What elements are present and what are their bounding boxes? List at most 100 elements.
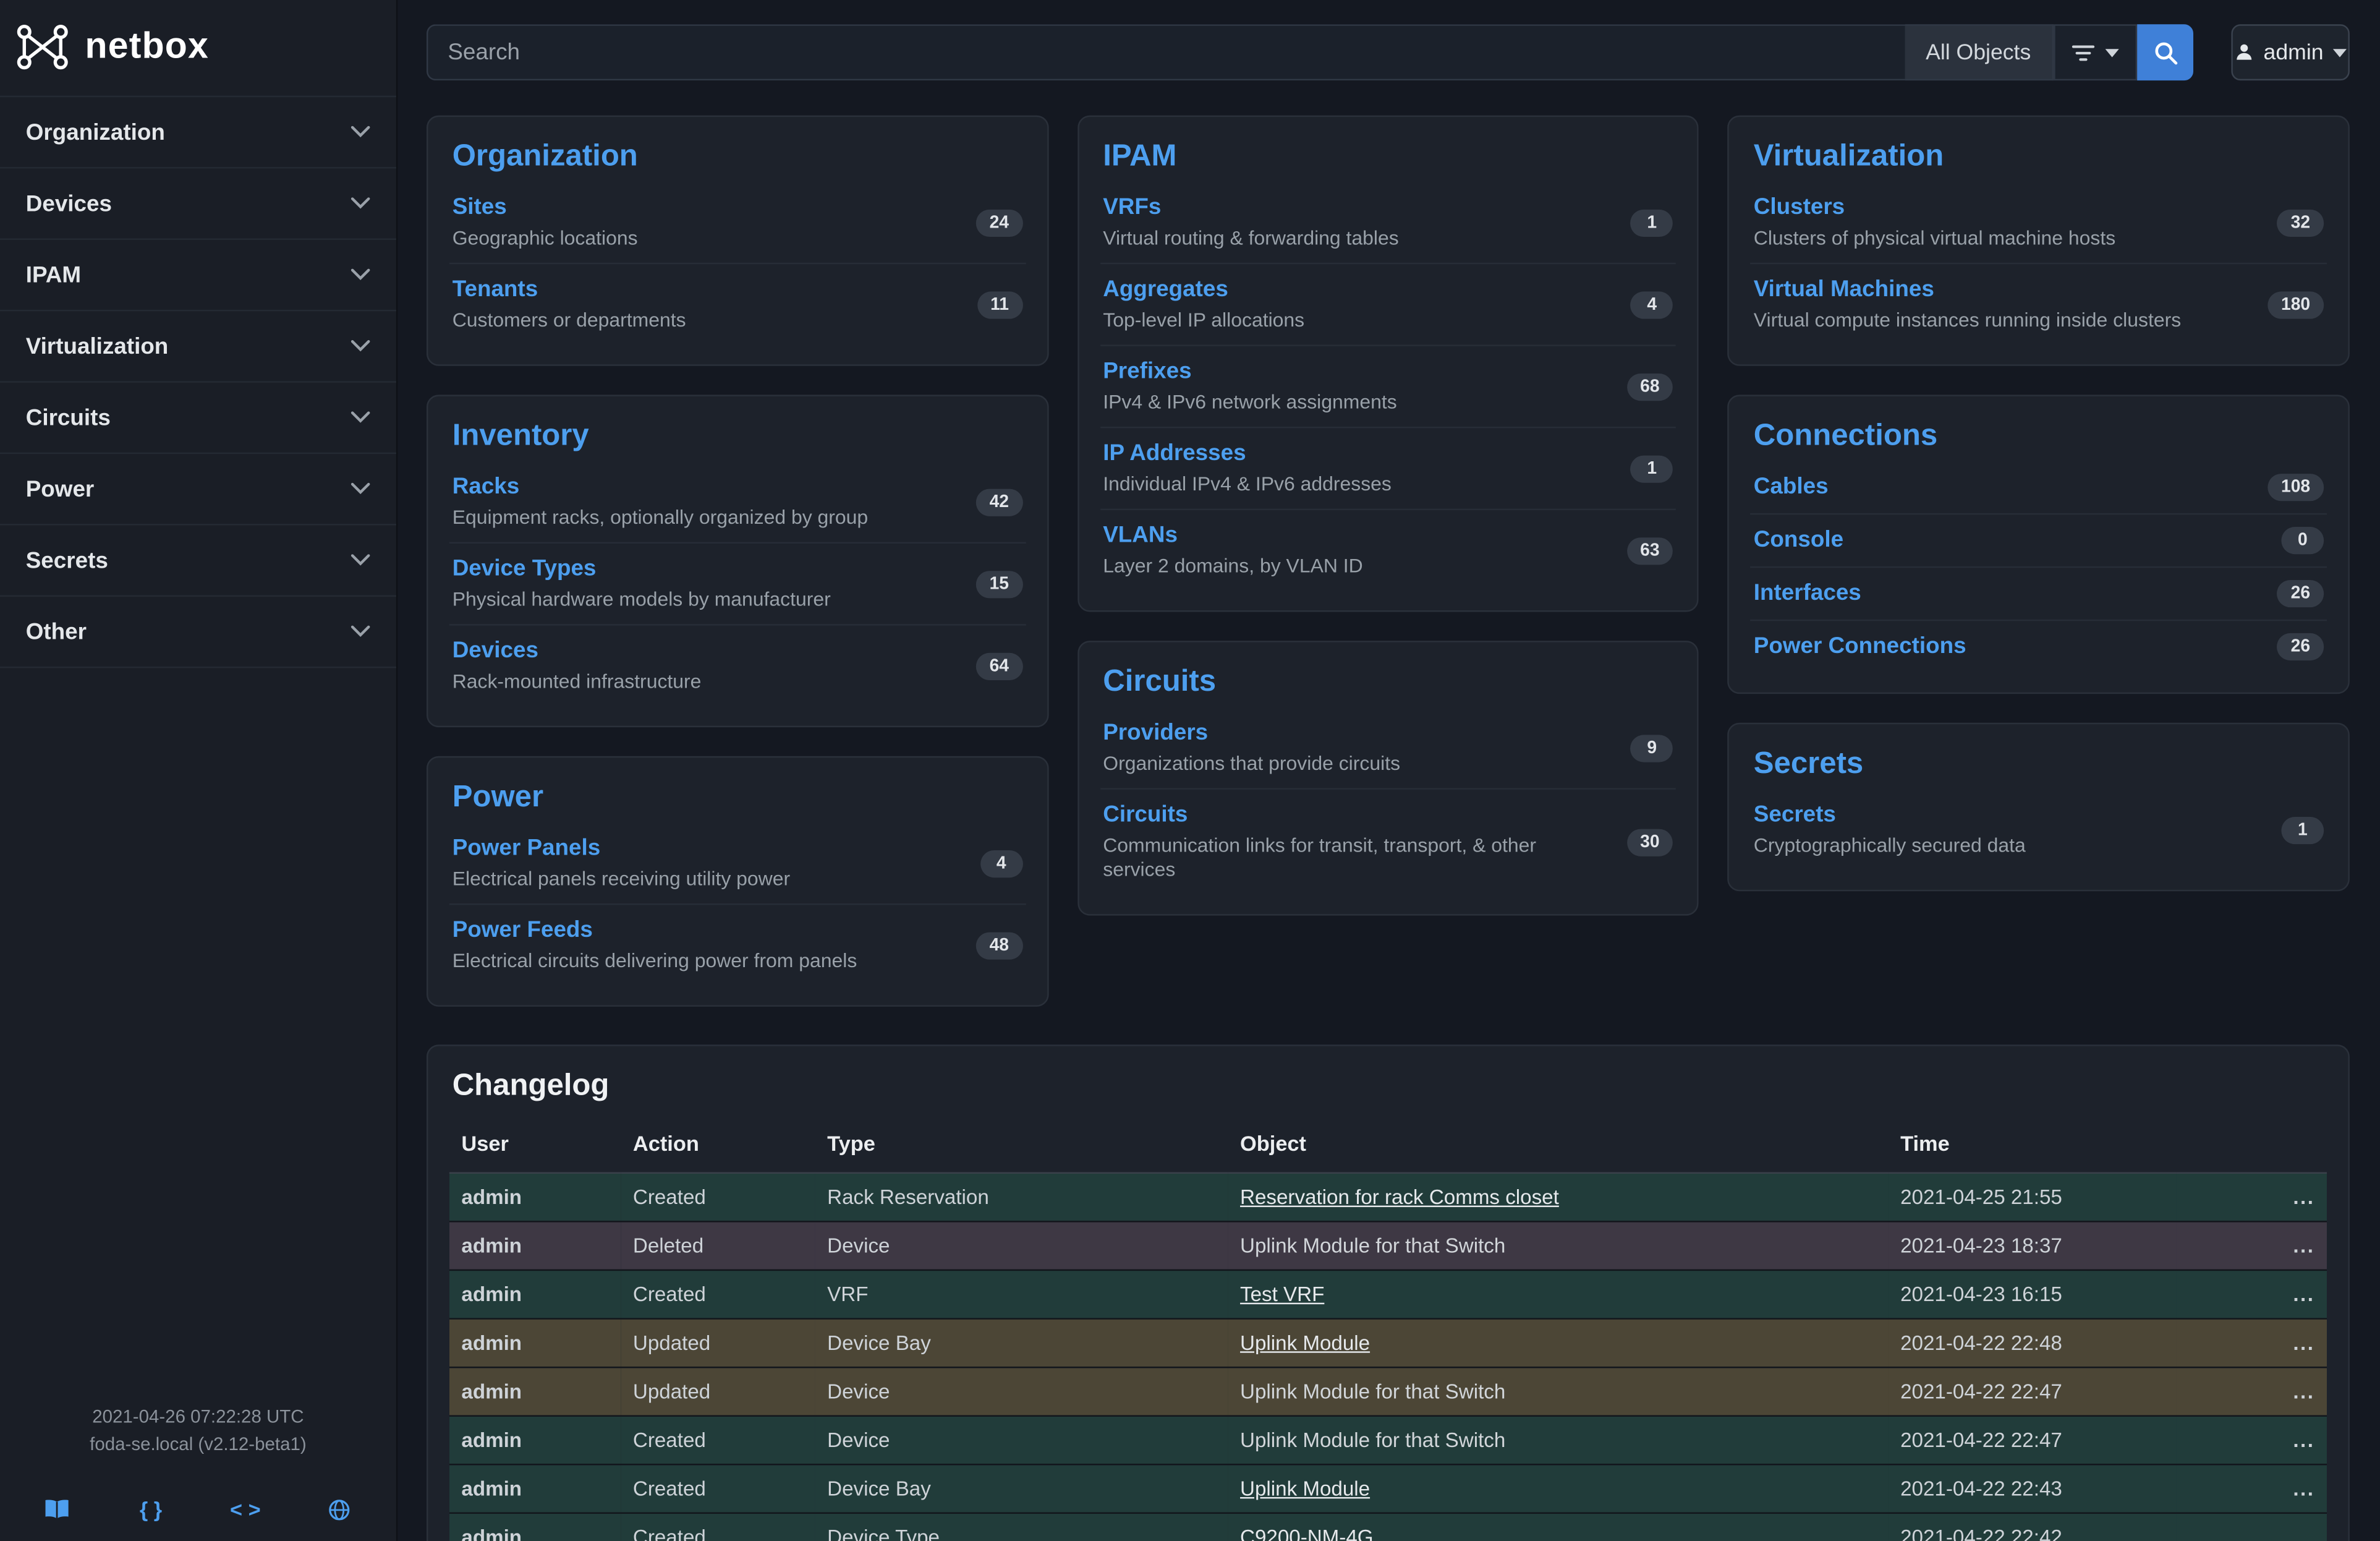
card-item-devices[interactable]: DevicesRack-mounted infrastructure 64 xyxy=(449,624,1026,706)
sidebar-item-circuits[interactable]: Circuits xyxy=(0,381,396,452)
count-badge: 48 xyxy=(975,931,1022,958)
rest-api-link[interactable]: { } xyxy=(104,1497,198,1521)
server-time: 2021-04-26 07:22:28 UTC xyxy=(0,1405,396,1432)
sidebar-item-secrets[interactable]: Secrets xyxy=(0,524,396,595)
home-link[interactable]: netbox xyxy=(0,0,396,96)
log-object-link[interactable]: Uplink Module xyxy=(1240,1477,1370,1500)
sidebar-item-devices[interactable]: Devices xyxy=(0,167,396,238)
item-title: Power Feeds xyxy=(453,917,857,944)
main-content: All Objects admin Organization xyxy=(397,0,2380,1541)
person-icon xyxy=(2235,43,2255,62)
card-item-vrfs[interactable]: VRFsVirtual routing & forwarding tables … xyxy=(1100,182,1676,263)
row-menu-ellipsis[interactable]: ... xyxy=(2177,1513,2327,1541)
card-item-racks[interactable]: RacksEquipment racks, optionally organiz… xyxy=(449,461,1026,542)
log-object-link[interactable]: Uplink Module xyxy=(1240,1331,1370,1354)
changelog-title: Changelog xyxy=(453,1069,2324,1104)
col-header-time: Time xyxy=(1888,1122,2177,1173)
card-item-power-connections[interactable]: Power Connections 26 xyxy=(1751,620,2327,673)
card-power: Power Power PanelsElectrical panels rece… xyxy=(427,756,1048,1007)
card-item-ip-addresses[interactable]: IP AddressesIndividual IPv4 & IPv6 addre… xyxy=(1100,427,1676,509)
card-item-secrets[interactable]: SecretsCryptographically secured data 1 xyxy=(1751,790,2327,870)
search-filter-dropdown[interactable] xyxy=(2054,24,2137,80)
server-host: foda-se.local (v2.12-beta1) xyxy=(0,1431,396,1458)
docs-link[interactable] xyxy=(9,1497,104,1521)
user-menu-button[interactable]: admin xyxy=(2231,24,2350,80)
log-object: Reservation for rack Comms closet xyxy=(1228,1173,1888,1222)
count-badge: 11 xyxy=(977,291,1022,318)
col-header-menu xyxy=(2177,1122,2327,1173)
item-title: Device Types xyxy=(453,556,831,583)
card-item-virtual-machines[interactable]: Virtual MachinesVirtual compute instance… xyxy=(1751,263,2327,345)
sidebar-item-other[interactable]: Other xyxy=(0,595,396,668)
log-action: Created xyxy=(621,1464,815,1513)
log-type: Device xyxy=(815,1367,1228,1416)
card-title: Circuits xyxy=(1103,665,1673,699)
card-item-device-types[interactable]: Device TypesPhysical hardware models by … xyxy=(449,542,1026,625)
item-desc: Electrical panels receiving utility powe… xyxy=(453,867,790,891)
card-title: Organization xyxy=(453,140,1022,174)
card-title: Virtualization xyxy=(1754,140,2324,174)
sidebar-item-organization[interactable]: Organization xyxy=(0,96,396,167)
item-title: IP Addresses xyxy=(1103,440,1392,467)
search-submit-button[interactable] xyxy=(2137,24,2193,80)
row-menu-ellipsis[interactable]: ... xyxy=(2177,1464,2327,1513)
count-badge: 30 xyxy=(1626,828,1673,855)
row-menu-ellipsis[interactable]: ... xyxy=(2177,1221,2327,1270)
item-title: Aggregates xyxy=(1103,276,1304,304)
card-inventory: Inventory RacksEquipment racks, optional… xyxy=(427,395,1048,727)
card-item-console[interactable]: Console 0 xyxy=(1751,513,2327,566)
community-link[interactable] xyxy=(292,1497,387,1521)
log-action: Created xyxy=(621,1416,815,1465)
count-badge: 1 xyxy=(1631,209,1673,236)
item-desc: Communication links for transit, transpo… xyxy=(1103,834,1611,882)
object-type-selector[interactable]: All Objects xyxy=(1905,24,2054,80)
log-object-link[interactable]: Reservation for rack Comms closet xyxy=(1240,1186,1559,1209)
col-header-object: Object xyxy=(1228,1122,1888,1173)
card-item-tenants[interactable]: TenantsCustomers or departments 11 xyxy=(449,263,1026,345)
item-title: Interfaces xyxy=(1754,580,1861,607)
card-item-vlans[interactable]: VLANsLayer 2 domains, by VLAN ID 63 xyxy=(1100,509,1676,591)
item-desc: IPv4 & IPv6 network assignments xyxy=(1103,390,1396,414)
log-type: Device xyxy=(815,1221,1228,1270)
dashboard-column-1: Organization SitesGeographic locations 2… xyxy=(427,116,1048,1036)
card-item-power-panels[interactable]: Power PanelsElectrical panels receiving … xyxy=(449,823,1026,903)
item-desc: Layer 2 domains, by VLAN ID xyxy=(1103,554,1362,578)
sidebar: netbox Organization Devices IPAM Virtual… xyxy=(0,0,397,1541)
card-item-cables[interactable]: Cables 108 xyxy=(1751,461,2327,513)
caret-down-icon xyxy=(2106,48,2119,57)
card-item-clusters[interactable]: ClustersClusters of physical virtual mac… xyxy=(1751,182,2327,263)
log-time: 2021-04-22 22:48 xyxy=(1888,1318,2177,1367)
search-input[interactable] xyxy=(427,24,1905,80)
item-desc: Clusters of physical virtual machine hos… xyxy=(1754,226,2115,250)
log-object: C9200-NM-4G xyxy=(1228,1513,1888,1541)
card-title: IPAM xyxy=(1103,140,1673,174)
log-object-link[interactable]: C9200-NM-4G xyxy=(1240,1526,1374,1541)
card-virtualization: Virtualization ClustersClusters of physi… xyxy=(1728,116,2350,366)
changelog-row: admin Deleted Device Uplink Module for t… xyxy=(449,1221,2327,1270)
log-action: Updated xyxy=(621,1318,815,1367)
row-menu-ellipsis[interactable]: ... xyxy=(2177,1318,2327,1367)
sidebar-item-ipam[interactable]: IPAM xyxy=(0,238,396,309)
card-item-interfaces[interactable]: Interfaces 26 xyxy=(1751,566,2327,620)
sidebar-item-power[interactable]: Power xyxy=(0,453,396,524)
card-item-aggregates[interactable]: AggregatesTop-level IP allocations 4 xyxy=(1100,263,1676,345)
sidebar-item-label: Organization xyxy=(26,119,165,145)
count-badge: 4 xyxy=(1631,291,1673,318)
row-menu-ellipsis[interactable]: ... xyxy=(2177,1173,2327,1222)
row-menu-ellipsis[interactable]: ... xyxy=(2177,1416,2327,1465)
sidebar-item-virtualization[interactable]: Virtualization xyxy=(0,310,396,381)
log-object-text: Uplink Module for that Switch xyxy=(1240,1234,1505,1257)
card-item-providers[interactable]: ProvidersOrganizations that provide circ… xyxy=(1100,707,1676,788)
log-object-link[interactable]: Test VRF xyxy=(1240,1283,1324,1306)
chevron-down-icon xyxy=(351,126,370,139)
card-circuits: Circuits ProvidersOrganizations that pro… xyxy=(1077,641,1699,915)
card-item-sites[interactable]: SitesGeographic locations 24 xyxy=(449,182,1026,263)
topbar: All Objects admin xyxy=(427,24,2350,80)
row-menu-ellipsis[interactable]: ... xyxy=(2177,1270,2327,1319)
card-item-power-feeds[interactable]: Power FeedsElectrical circuits deliverin… xyxy=(449,903,1026,986)
graphql-link[interactable]: < > xyxy=(198,1497,292,1521)
item-desc: Virtual routing & forwarding tables xyxy=(1103,226,1398,250)
card-item-prefixes[interactable]: PrefixesIPv4 & IPv6 network assignments … xyxy=(1100,344,1676,427)
row-menu-ellipsis[interactable]: ... xyxy=(2177,1367,2327,1416)
card-item-circuits[interactable]: CircuitsCommunication links for transit,… xyxy=(1100,788,1676,894)
